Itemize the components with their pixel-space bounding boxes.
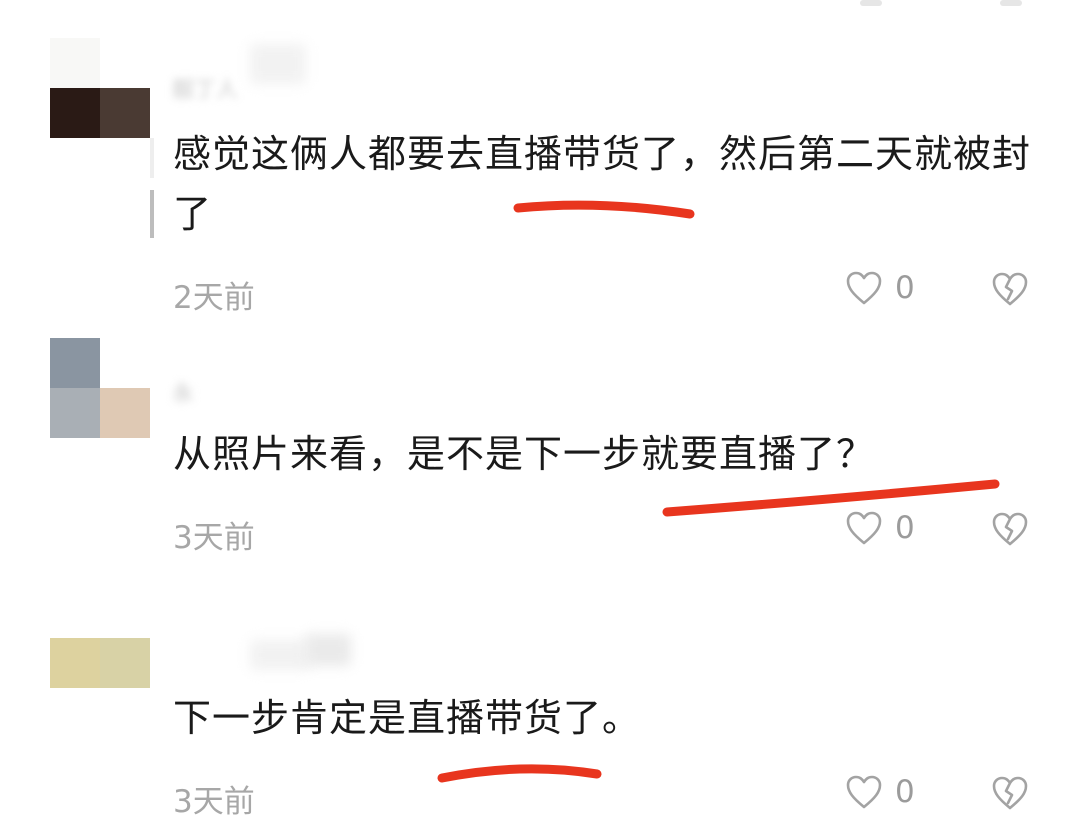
username[interactable]: 永 [172, 376, 194, 407]
avatar[interactable] [50, 38, 150, 138]
avatar-pixel [100, 338, 150, 388]
username-blur [250, 44, 306, 84]
like-button[interactable]: 0 [845, 510, 915, 546]
cropped-side-mark [150, 138, 154, 178]
comment-text: 感觉这俩人都要去直播带货了，然后第二天就被封了 [173, 132, 1032, 236]
avatar-pixel [50, 638, 100, 688]
avatar[interactable] [50, 638, 150, 738]
like-button[interactable]: 0 [845, 270, 915, 306]
cropped-top-fragment [860, 0, 882, 6]
avatar-pixel [100, 88, 150, 138]
like-count: 0 [895, 270, 915, 306]
avatar-pixel [100, 38, 150, 88]
broken-heart-icon [992, 272, 1028, 306]
avatar-pixel [50, 338, 100, 388]
timestamp: 3天前 [173, 784, 255, 820]
avatar-pixel [50, 688, 100, 738]
like-count: 0 [895, 774, 915, 810]
comment-text: 下一步肯定是直播带货了。 [173, 696, 642, 740]
avatar[interactable] [50, 338, 150, 438]
avatar-pixel [50, 38, 100, 88]
username[interactable]: 靓丁人 [172, 72, 238, 103]
highlight-underline [437, 764, 602, 783]
username-blur [250, 640, 310, 670]
avatar-pixel [100, 638, 150, 688]
avatar-pixel [50, 388, 100, 438]
avatar-pixel [100, 688, 150, 738]
cropped-side-mark [150, 190, 154, 238]
broken-heart-icon [992, 512, 1028, 546]
cropped-top-fragment [1000, 0, 1022, 6]
avatar-pixel [100, 388, 150, 438]
timestamp: 3天前 [173, 520, 255, 556]
avatar-pixel [50, 88, 100, 138]
comment-text: 从照片来看，是不是下一步就要直播了？ [173, 432, 876, 476]
username-blur [305, 634, 351, 666]
broken-heart-icon [992, 776, 1028, 810]
like-button[interactable]: 0 [845, 774, 915, 810]
dislike-button[interactable] [990, 271, 1030, 307]
heart-outline-icon [846, 271, 882, 305]
heart-outline-icon [846, 775, 882, 809]
dislike-button[interactable] [990, 511, 1030, 547]
dislike-button[interactable] [990, 775, 1030, 811]
heart-outline-icon [846, 511, 882, 545]
timestamp: 2天前 [173, 280, 255, 316]
like-count: 0 [895, 510, 915, 546]
